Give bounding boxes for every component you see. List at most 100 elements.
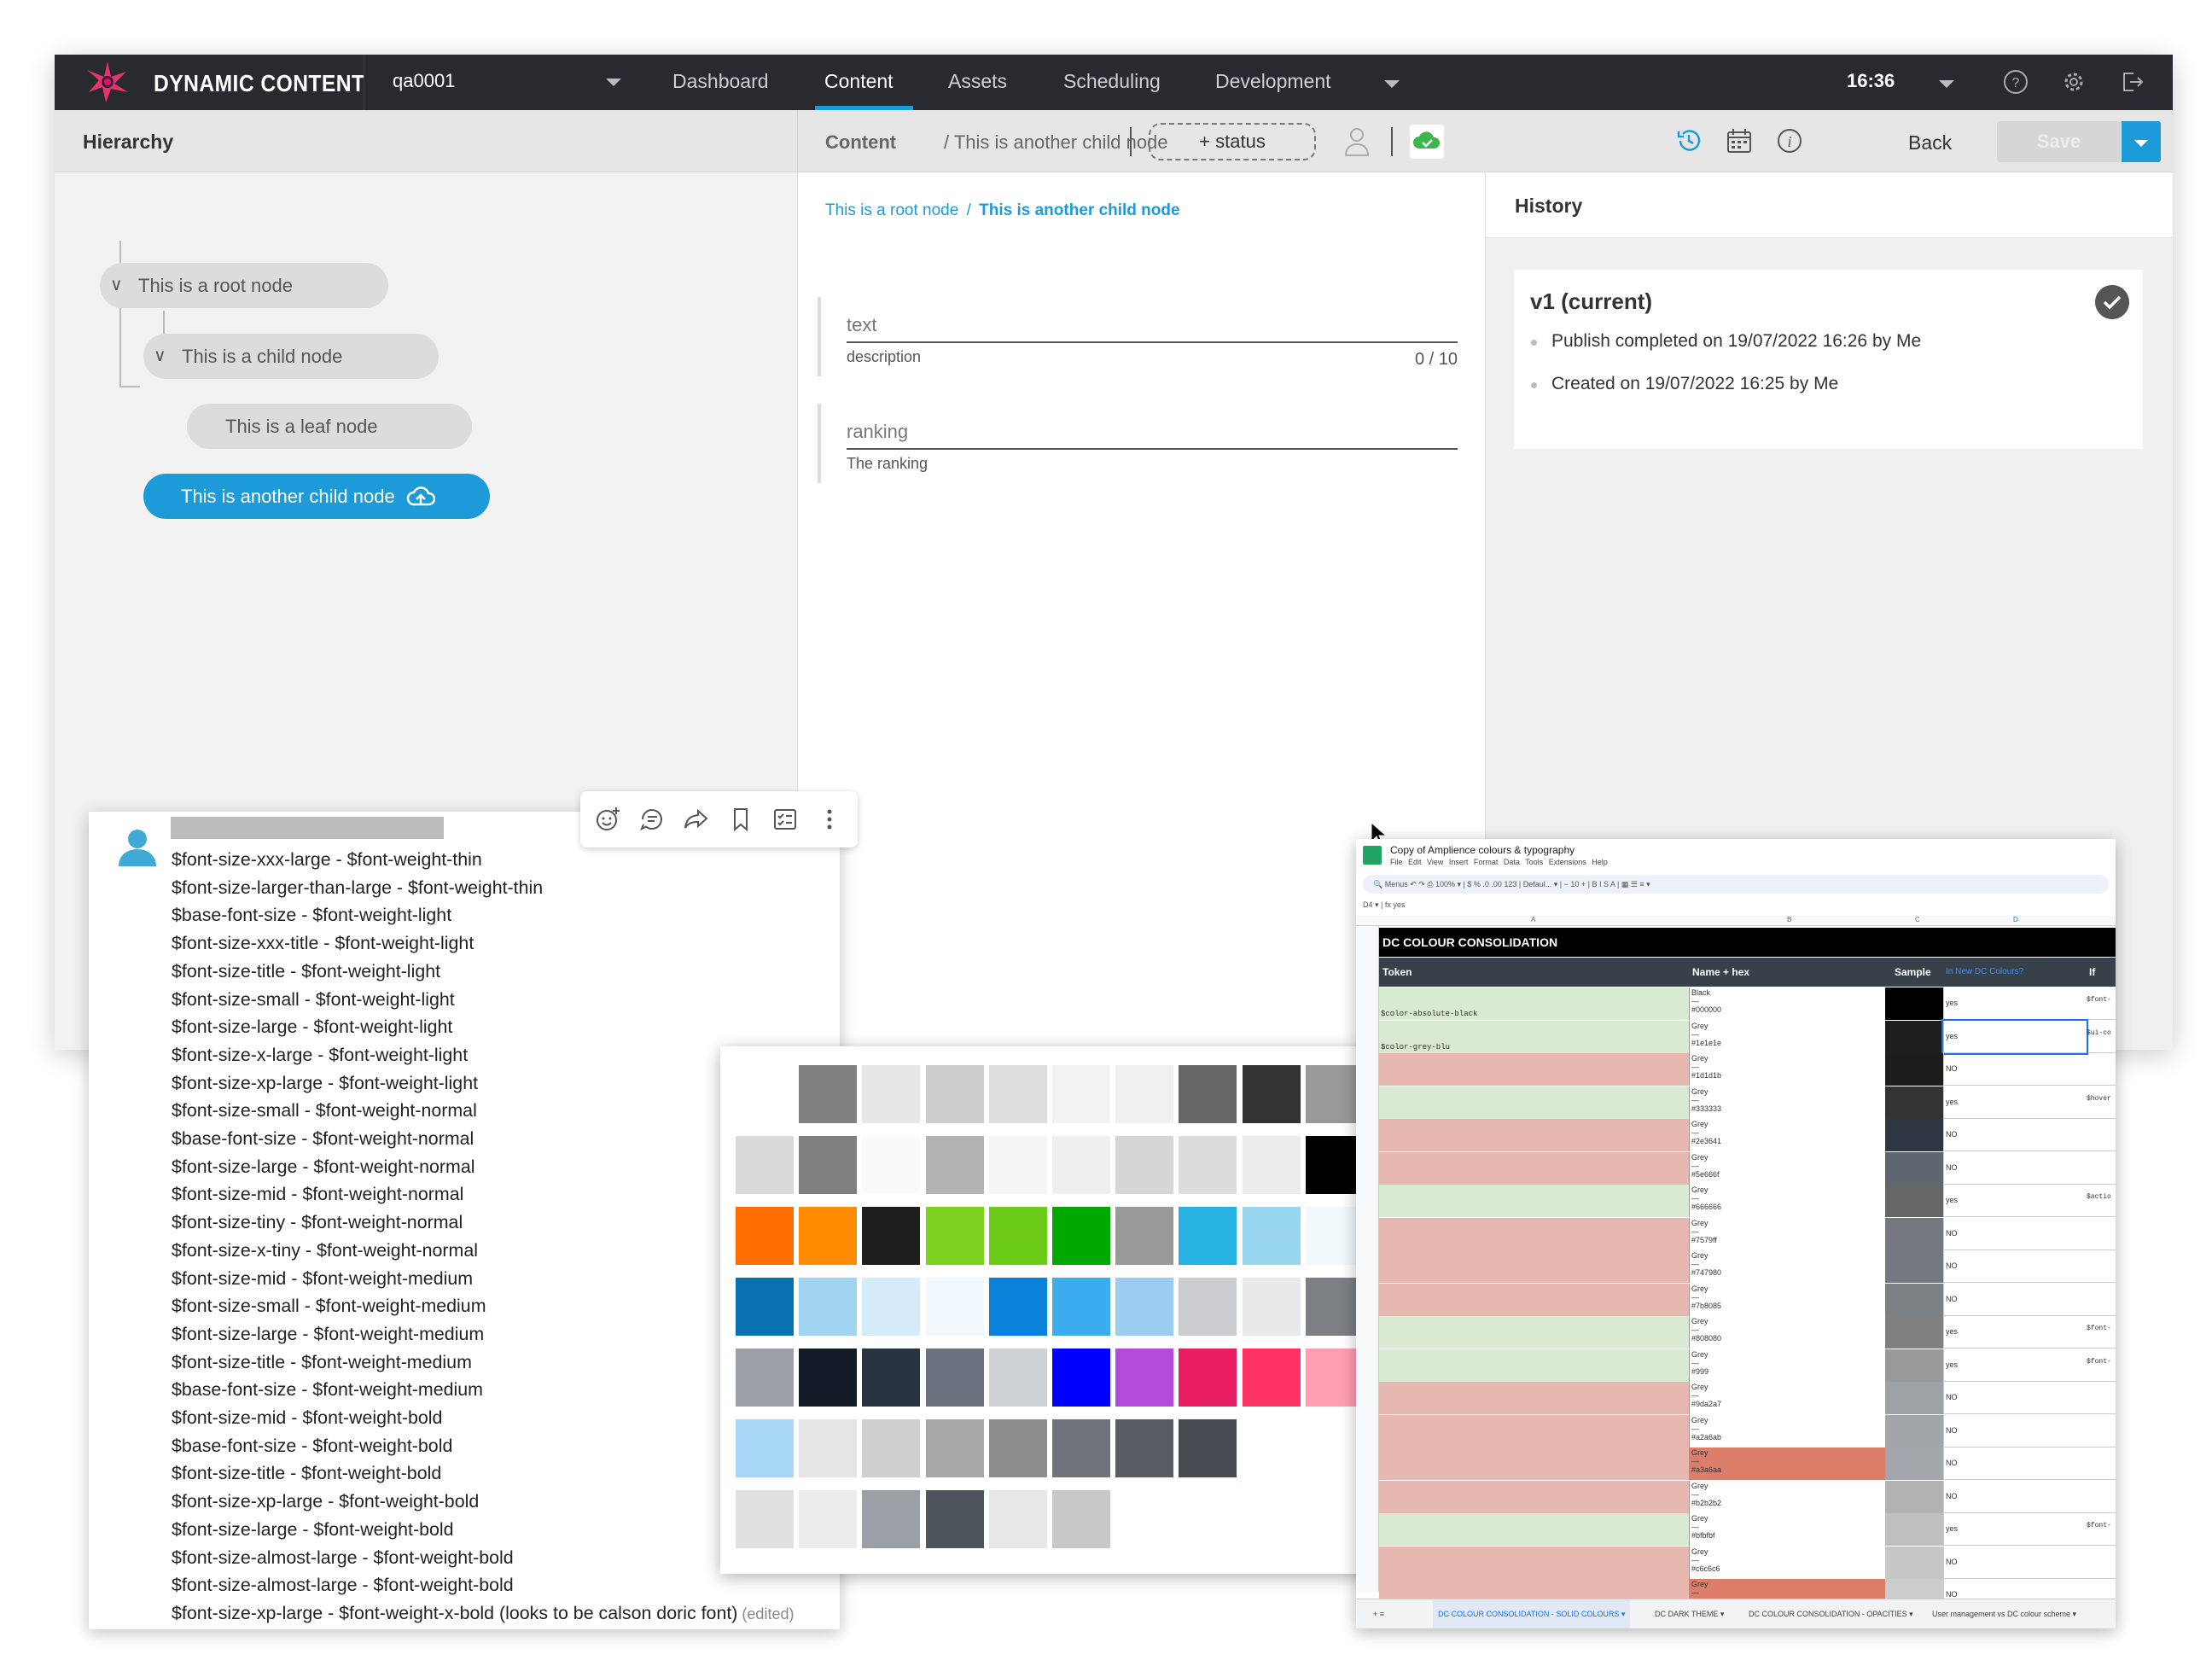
name-hex-cell[interactable]: Grey — #808080 xyxy=(1689,1316,1885,1349)
name-hex-cell[interactable]: Grey — #a2a6ab xyxy=(1689,1414,1885,1448)
sheet-row[interactable]: Grey — #747980 NO xyxy=(1379,1250,2116,1283)
if-yes-cell[interactable]: $font- xyxy=(2087,1316,2116,1349)
token-cell[interactable] xyxy=(1379,1349,1689,1382)
if-yes-cell[interactable] xyxy=(2087,1152,2116,1185)
name-hex-cell[interactable]: Grey — #2e3641 xyxy=(1689,1119,1885,1151)
nav-tab-dashboard[interactable]: Dashboard xyxy=(672,70,769,93)
if-yes-cell[interactable] xyxy=(2087,1250,2116,1283)
help-icon[interactable]: ? xyxy=(2002,68,2029,96)
in-new-dc-cell[interactable]: NO xyxy=(1943,1480,2087,1513)
in-new-dc-cell[interactable]: yes xyxy=(1943,987,2087,1020)
name-hex-cell[interactable]: Grey — #1d1d1b xyxy=(1689,1053,1885,1086)
sheet-row[interactable]: Grey — #c6c6c6 NO xyxy=(1379,1546,2116,1579)
in-new-dc-cell[interactable]: NO xyxy=(1943,1217,2087,1250)
add-sheet-icon[interactable]: + ≡ xyxy=(1373,1599,1384,1628)
info-icon[interactable]: i xyxy=(1775,126,1804,155)
formula-bar[interactable]: D4 ▾ | fx yes xyxy=(1363,900,1405,910)
if-yes-cell[interactable] xyxy=(2087,1481,2116,1513)
sheet-row[interactable]: Grey — #bfbfbf yes $font- xyxy=(1379,1513,2116,1546)
if-yes-cell[interactable]: $font- xyxy=(2087,1513,2116,1546)
if-yes-cell[interactable] xyxy=(2087,1218,2116,1250)
token-cell[interactable] xyxy=(1379,1217,1689,1250)
in-new-dc-cell[interactable]: NO xyxy=(1943,1283,2087,1316)
name-hex-cell[interactable]: Black — #000000 xyxy=(1689,987,1885,1020)
in-new-dc-cell[interactable]: yes xyxy=(1941,1018,2088,1055)
if-yes-cell[interactable] xyxy=(2087,1053,2116,1086)
in-new-dc-cell[interactable]: NO xyxy=(1943,1119,2087,1151)
nav-tab-assets[interactable]: Assets xyxy=(948,70,1007,93)
token-cell[interactable] xyxy=(1379,1283,1689,1316)
sheet-tab[interactable]: User management vs DC colour scheme ▾ xyxy=(1932,1599,2076,1628)
name-hex-cell[interactable]: Grey — #999 xyxy=(1689,1349,1885,1382)
add-reaction-icon[interactable] xyxy=(594,806,621,833)
token-cell[interactable]: $color-absolute-black xyxy=(1379,987,1689,1020)
nav-tab-development[interactable]: Development xyxy=(1215,70,1331,93)
if-yes-cell[interactable] xyxy=(2087,1119,2116,1151)
in-new-dc-cell[interactable]: NO xyxy=(1943,1382,2087,1414)
bookmark-icon[interactable] xyxy=(727,806,754,833)
name-hex-cell[interactable]: Grey — #1e1e1e xyxy=(1689,1020,1885,1053)
nav-tab-content[interactable]: Content xyxy=(824,70,894,93)
if-yes-cell[interactable] xyxy=(2087,1284,2116,1316)
save-options-dropdown[interactable] xyxy=(2122,121,2161,162)
if-yes-cell[interactable]: $font- xyxy=(2087,1349,2116,1382)
calendar-icon[interactable] xyxy=(1725,126,1754,155)
sheet-row[interactable]: Grey — #808080 yes $font- xyxy=(1379,1316,2116,1349)
sheet-row[interactable]: Grey — #333333 yes $hover xyxy=(1379,1086,2116,1119)
sheet-row[interactable]: $color-absolute-black Black — #000000 yes $fo… xyxy=(1379,987,2116,1020)
in-new-dc-cell[interactable]: yes xyxy=(1943,1086,2087,1119)
if-yes-cell[interactable]: $ui-co xyxy=(2087,1021,2116,1053)
sheet-row[interactable]: Grey — #2e3641 NO xyxy=(1379,1119,2116,1151)
nav-more-dropdown-icon[interactable] xyxy=(1384,80,1400,88)
in-new-dc-cell[interactable]: yes xyxy=(1943,1349,2087,1382)
hub-selector[interactable]: qa0001 xyxy=(393,70,455,92)
in-new-dc-cell[interactable]: NO xyxy=(1943,1151,2087,1185)
name-hex-cell[interactable]: Grey — #7579ff xyxy=(1689,1217,1885,1250)
sheet-row[interactable]: Grey — #9da2a7 NO xyxy=(1379,1382,2116,1414)
token-cell[interactable] xyxy=(1379,1382,1689,1414)
name-hex-cell[interactable]: Grey — #bfbfbf xyxy=(1689,1513,1885,1546)
tree-node-active[interactable]: This is another child node xyxy=(143,474,490,519)
breadcrumb-root-link[interactable]: This is a root node xyxy=(825,201,958,219)
in-new-dc-cell[interactable]: NO xyxy=(1943,1546,2087,1579)
ranking-field[interactable]: ranking The ranking xyxy=(818,404,1458,483)
hub-dropdown-icon[interactable] xyxy=(606,79,621,86)
if-yes-cell[interactable]: $hover xyxy=(2087,1086,2116,1119)
sheet-row[interactable]: Grey — #666666 yes $actio xyxy=(1379,1185,2116,1217)
history-version-card[interactable]: v1 (current) Publish completed on 19/07/… xyxy=(1514,270,2143,449)
in-new-dc-cell[interactable]: NO xyxy=(1943,1053,2087,1086)
add-status-button[interactable]: + status xyxy=(1149,123,1316,160)
sheet-menu-bar[interactable]: File Edit View Insert Format Data Tools … xyxy=(1390,858,1608,866)
token-cell[interactable] xyxy=(1379,1151,1689,1185)
in-new-dc-cell[interactable]: yes xyxy=(1943,1185,2087,1217)
add-to-tasks-icon[interactable] xyxy=(771,806,799,833)
sheet-row[interactable]: Grey — #7b8085 NO xyxy=(1379,1283,2116,1316)
back-button[interactable]: Back xyxy=(1908,131,1952,154)
name-hex-cell[interactable]: Grey — #b2b2b2 xyxy=(1689,1480,1885,1513)
in-new-dc-cell[interactable]: NO xyxy=(1943,1448,2087,1480)
in-new-dc-cell[interactable]: NO xyxy=(1943,1250,2087,1283)
if-yes-cell[interactable]: $actio xyxy=(2087,1185,2116,1217)
sheet-tab[interactable]: DC DARK THEME ▾ xyxy=(1655,1599,1724,1628)
chevron-down-icon[interactable]: ∨ xyxy=(154,334,166,379)
tree-node-leaf[interactable]: This is a leaf node xyxy=(187,404,472,449)
token-cell[interactable] xyxy=(1379,1448,1689,1480)
token-cell[interactable] xyxy=(1379,1053,1689,1086)
sheet-tab[interactable]: DC COLOUR CONSOLIDATION - SOLID COLOURS … xyxy=(1433,1599,1631,1628)
in-new-dc-cell[interactable]: NO xyxy=(1943,1414,2087,1448)
sheet-row[interactable]: Grey — #a3a6aa NO xyxy=(1379,1448,2116,1480)
sheet-tab[interactable]: DC COLOUR CONSOLIDATION - OPACITIES ▾ xyxy=(1749,1599,1913,1628)
token-cell[interactable] xyxy=(1379,1250,1689,1283)
sheet-row[interactable]: Grey — #5e666f NO xyxy=(1379,1151,2116,1185)
chevron-down-icon[interactable]: ∨ xyxy=(110,263,123,308)
published-cloud-icon[interactable] xyxy=(1410,125,1444,159)
more-options-icon[interactable] xyxy=(816,806,843,833)
sheet-row[interactable]: Grey — #b2b2b2 NO xyxy=(1379,1480,2116,1513)
token-cell[interactable] xyxy=(1379,1480,1689,1513)
sheet-title[interactable]: Copy of Amplience colours & typography xyxy=(1390,844,1575,856)
name-hex-cell[interactable]: Grey — #7b8085 xyxy=(1689,1283,1885,1316)
forward-icon[interactable] xyxy=(683,806,710,833)
save-button[interactable]: Save xyxy=(1997,121,2121,162)
token-cell[interactable] xyxy=(1379,1119,1689,1151)
in-new-dc-cell[interactable]: yes xyxy=(1943,1513,2087,1546)
